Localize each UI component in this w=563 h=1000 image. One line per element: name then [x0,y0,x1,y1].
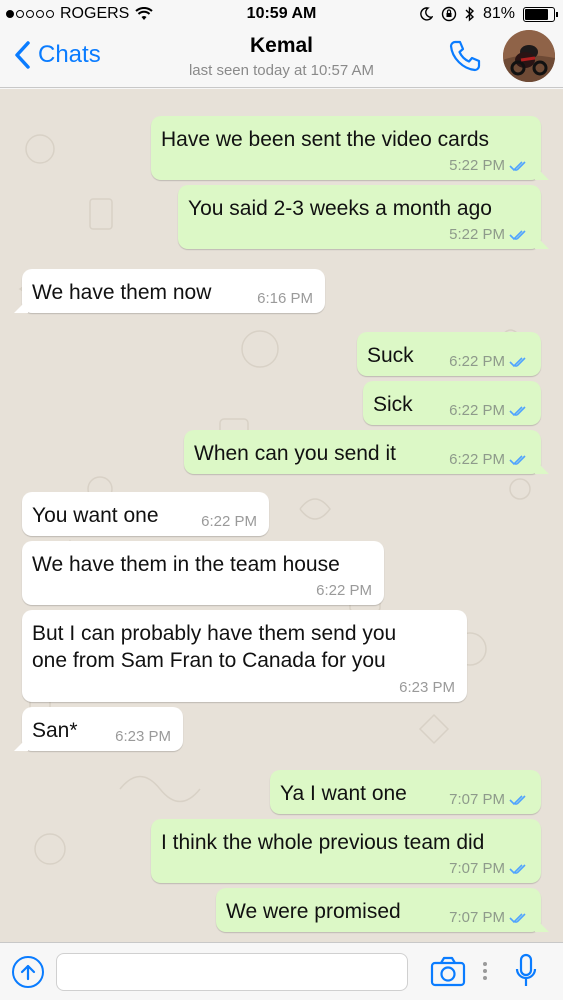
battery-icon [523,6,558,22]
message-text: We have them now [32,281,212,304]
double-check-icon [509,794,526,805]
message-bubble-outgoing[interactable]: Suck 6:22 PM [357,332,541,376]
message-time: 6:23 PM [115,728,171,745]
message-time: 6:16 PM [257,290,313,307]
orientation-lock-icon [441,6,457,22]
battery-fill [525,8,548,20]
message-time: 6:22 PM [316,582,372,599]
message-bubble-outgoing[interactable]: We were promised 7:07 PM [216,888,541,932]
message-bubble-incoming[interactable]: We have them now 6:16 PM [22,269,325,313]
message-bubble-outgoing[interactable]: Sick 6:22 PM [363,381,541,425]
message-time: 6:23 PM [399,679,455,696]
bluetooth-icon [465,6,474,22]
moon-icon [420,7,433,21]
message-text: I think the whole previous team did [161,831,485,854]
double-check-icon [509,229,526,240]
double-check-icon [509,863,526,874]
message-text: Suck [367,344,414,367]
battery-percent: 81% [482,5,515,22]
message-text: We were promised [226,900,401,923]
attach-button[interactable] [12,956,44,988]
message-text: You want one [32,504,159,527]
camera-icon[interactable] [430,955,466,987]
message-time: 6:22 PM [449,353,505,370]
message-bubble-outgoing[interactable]: You said 2-3 weeks a month ago 5:22 PM [178,185,541,249]
message-time: 6:22 PM [201,513,257,530]
double-check-icon [509,405,526,416]
arrow-up-icon [20,964,36,981]
message-time: 6:22 PM [449,402,505,419]
message-input[interactable] [56,953,408,991]
message-bubble-outgoing[interactable]: When can you send it 6:22 PM [184,430,541,474]
message-bubble-outgoing[interactable]: Have we been sent the video cards 5:22 P… [151,116,541,180]
message-bubble-incoming[interactable]: But I can probably have them send you on… [22,610,467,702]
message-time: 5:22 PM [449,157,505,174]
message-text-line-2: one from Sam Fran to Canada for you [32,649,386,672]
message-time: 7:07 PM [449,909,505,926]
message-list[interactable]: Have we been sent the video cards 5:22 P… [0,89,563,942]
status-right: 81% [419,5,558,23]
message-bubble-outgoing[interactable]: Ya I want one 7:07 PM [270,770,541,814]
microphone-icon[interactable] [514,953,538,991]
more-options-icon[interactable] [482,959,488,983]
double-check-icon [509,912,526,923]
message-text: Have we been sent the video cards [161,128,490,151]
message-text: You said 2-3 weeks a month ago [188,197,492,220]
message-time: 7:07 PM [449,860,505,877]
message-text: But I can probably have them send you [32,622,397,645]
status-bar: ROGERS 10:59 AM 81% [0,0,563,30]
contact-avatar[interactable] [503,30,555,82]
message-bubble-incoming[interactable]: We have them in the team house 6:22 PM [22,541,384,605]
message-text: Sick [373,393,413,416]
phone-icon[interactable] [447,38,483,74]
message-bubble-incoming[interactable]: You want one 6:22 PM [22,492,269,536]
double-check-icon [509,356,526,367]
message-text: We have them in the team house [32,553,340,576]
composer-bar [0,942,563,1000]
message-time: 6:22 PM [449,451,505,468]
message-text: San* [32,719,78,742]
double-check-icon [509,160,526,171]
message-time: 5:22 PM [449,226,505,243]
message-text: When can you send it [194,442,396,465]
double-check-icon [509,454,526,465]
message-bubble-outgoing[interactable]: I think the whole previous team did 7:07… [151,819,541,883]
chat-header: Chats Kemal last seen today at 10:57 AM [0,30,563,88]
message-text: Ya I want one [280,782,407,805]
message-bubble-incoming[interactable]: San* 6:23 PM [22,707,183,751]
message-time: 7:07 PM [449,791,505,808]
